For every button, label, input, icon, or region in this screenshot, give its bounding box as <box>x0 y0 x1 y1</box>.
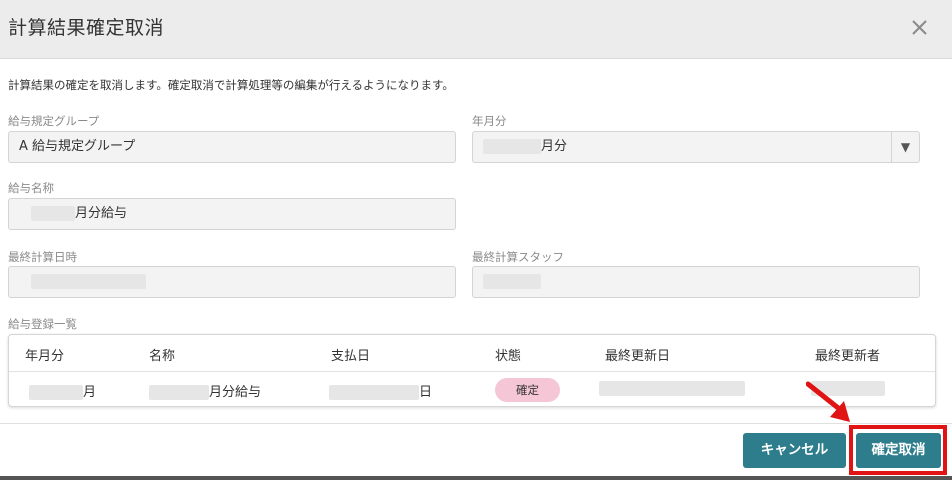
close-icon <box>912 20 927 35</box>
close-button[interactable] <box>905 12 935 42</box>
th-status: 状態 <box>495 349 522 364</box>
th-updated-by: 最終更新者 <box>815 349 881 364</box>
table-title: 給与登録一覧 <box>8 317 77 331</box>
dropdown-arrow-icon[interactable]: ▼ <box>891 132 919 162</box>
datetime-redacted <box>31 274 146 289</box>
th-name: 名称 <box>149 349 176 364</box>
cell-ym: 月 <box>29 381 96 400</box>
group-value: A 給与規定グループ <box>19 139 136 154</box>
cancel-button[interactable]: キャンセル <box>743 433 846 468</box>
cell-name: 月分給与 <box>149 381 261 400</box>
dialog-title: 計算結果確定取消 <box>8 17 165 39</box>
name-redacted <box>31 206 75 221</box>
confirm-cancel-button[interactable]: 確定取消 <box>856 433 941 468</box>
red-arrow-icon <box>806 381 850 422</box>
name-field: 月分給与 <box>8 198 456 230</box>
cell-updated-date <box>599 381 745 396</box>
last-calc-staff-field <box>472 266 920 298</box>
dialog-header: 計算結果確定取消 <box>0 0 952 59</box>
payroll-table: 年月分 名称 支払日 状態 最終更新日 最終更新者 月 月分給与 日 確定 <box>8 334 936 407</box>
table-header: 年月分 名称 支払日 状態 最終更新日 最終更新者 <box>9 335 935 372</box>
last-calc-staff-label: 最終計算スタッフ <box>472 250 564 264</box>
status-badge: 確定 <box>495 378 560 402</box>
group-field: A 給与規定グループ <box>8 131 456 163</box>
th-updated-date: 最終更新日 <box>605 349 671 364</box>
th-ym: 年月分 <box>25 349 65 364</box>
ym-select[interactable]: 月分 ▼ <box>472 131 920 163</box>
dialog-description: 計算結果の確定を取消します。確定取消で計算処理等の編集が行えるようになります。 <box>8 78 454 92</box>
name-suffix: 月分給与 <box>75 206 128 221</box>
th-paydate: 支払日 <box>331 349 371 364</box>
ym-suffix: 月分 <box>541 139 568 154</box>
bottom-edge <box>0 476 952 480</box>
table-row[interactable]: 月 月分給与 日 確定 <box>9 372 935 406</box>
ym-redacted <box>483 139 541 154</box>
ym-label: 年月分 <box>472 114 507 128</box>
last-calc-datetime-label: 最終計算日時 <box>8 250 77 264</box>
staff-redacted <box>483 274 541 289</box>
group-label: 給与規定グループ <box>8 114 100 128</box>
last-calc-datetime-field <box>8 266 456 298</box>
cell-paydate: 日 <box>329 381 432 400</box>
name-label: 給与名称 <box>8 181 54 195</box>
